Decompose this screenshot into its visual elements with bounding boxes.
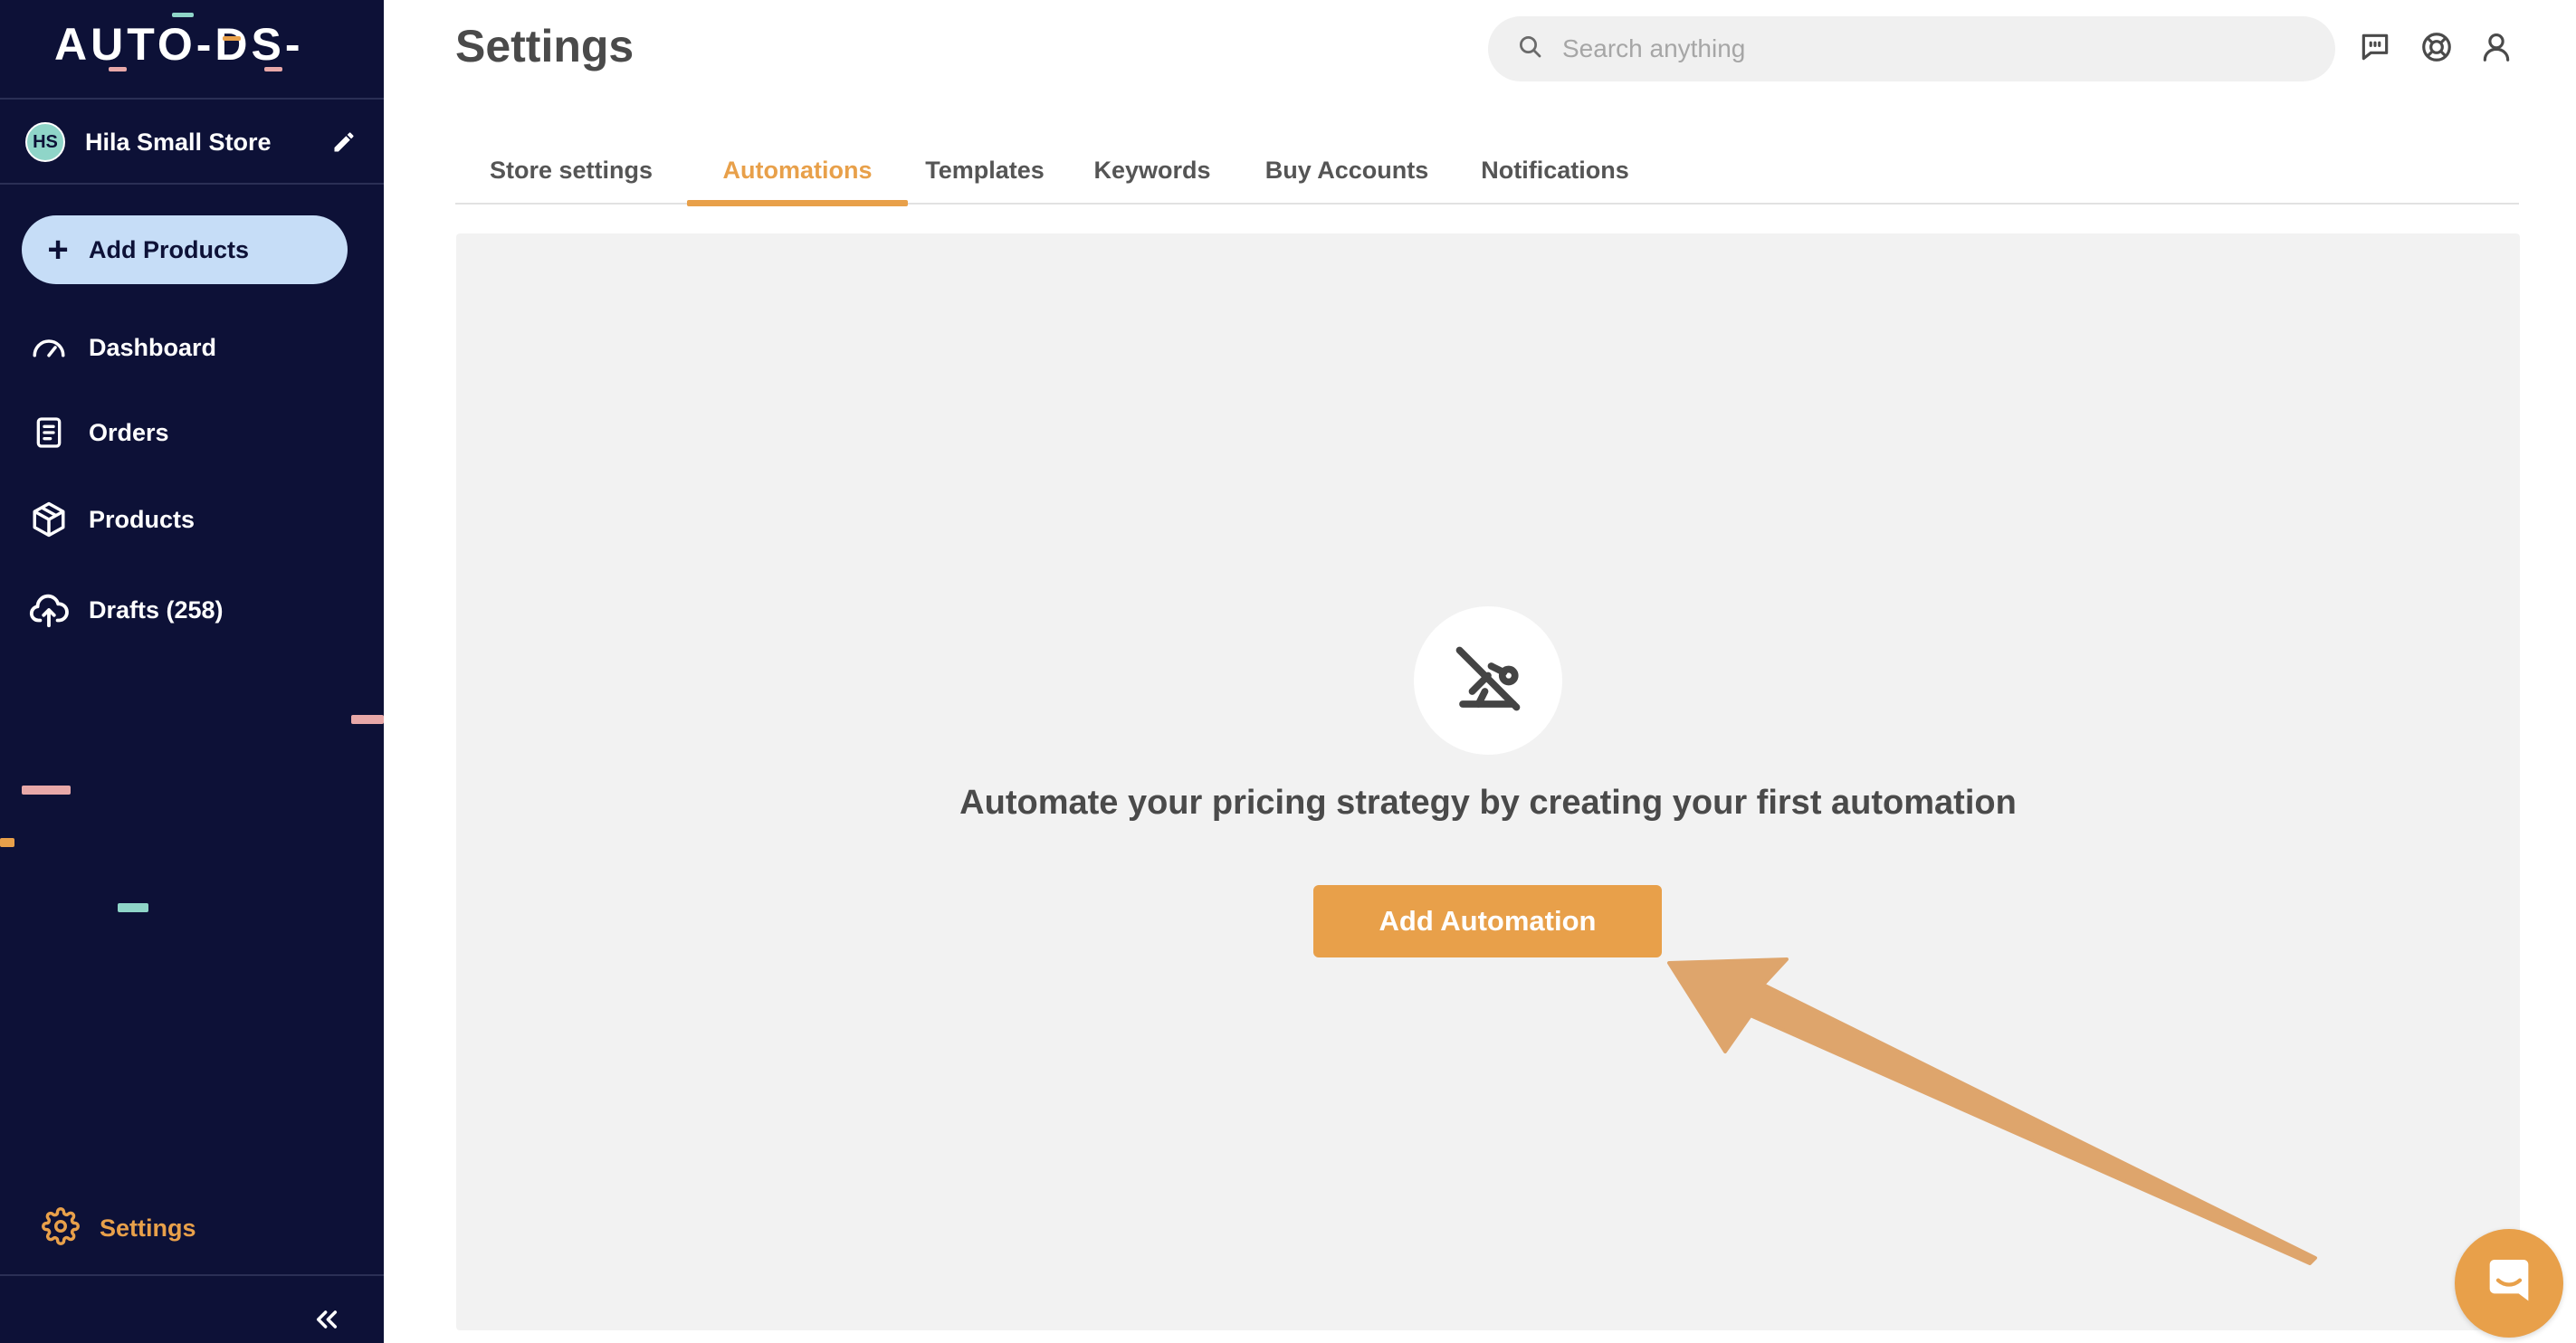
sidebar-item-label: Orders xyxy=(89,418,169,446)
search-bar[interactable] xyxy=(1488,16,2335,81)
sidebar-item-products[interactable]: Products xyxy=(27,494,362,545)
decorative-dash xyxy=(351,715,384,724)
sidebar-item-label: Dashboard xyxy=(89,333,217,361)
live-chat-button[interactable] xyxy=(2455,1229,2563,1338)
add-automation-button[interactable]: Add Automation xyxy=(1313,885,1662,957)
empty-state-icon-circle xyxy=(1414,606,1562,755)
pointer-arrow-annotation xyxy=(1667,957,2317,1265)
box-icon xyxy=(27,498,71,541)
feedback-button[interactable] xyxy=(2353,27,2397,71)
store-avatar: HS xyxy=(25,122,65,162)
logo-accent-bar xyxy=(223,36,241,41)
sidebar-item-label: Products xyxy=(89,505,196,533)
divider xyxy=(0,98,384,100)
sidebar-item-drafts[interactable]: Drafts (258) xyxy=(27,585,362,635)
tab-buy-accounts[interactable]: Buy Accounts xyxy=(1252,136,1442,205)
sidebar-item-dashboard[interactable]: Dashboard xyxy=(27,322,362,373)
sidebar-item-orders[interactable]: Orders xyxy=(27,407,362,458)
settings-tabs: Store settings Automations Templates Key… xyxy=(455,136,2519,206)
divider xyxy=(0,1274,384,1276)
logo-accent-bar xyxy=(264,67,282,71)
decorative-dash xyxy=(22,786,71,795)
add-products-button[interactable]: + Add Products xyxy=(22,215,348,284)
store-name: Hila Small Store xyxy=(85,128,272,156)
double-chevron-left-icon xyxy=(312,1305,341,1338)
empty-state-message: Automate your pricing strategy by creati… xyxy=(959,784,2017,822)
automation-off-icon xyxy=(1450,641,1526,721)
profile-button[interactable] xyxy=(2475,27,2518,71)
plus-icon: + xyxy=(47,230,69,270)
logo-accent-bar xyxy=(109,67,127,71)
tab-templates[interactable]: Templates xyxy=(913,136,1056,205)
add-products-label: Add Products xyxy=(89,235,250,263)
tab-automations[interactable]: Automations xyxy=(687,136,908,206)
decorative-dash xyxy=(118,903,148,912)
search-icon xyxy=(1517,33,1544,65)
divider xyxy=(0,183,384,185)
sidebar-item-label: Drafts (258) xyxy=(89,595,224,624)
collapse-sidebar-button[interactable] xyxy=(306,1303,348,1339)
chat-bubble-icon xyxy=(2480,1253,2538,1315)
gauge-icon xyxy=(27,326,71,369)
pencil-icon[interactable] xyxy=(328,126,360,158)
autods-logo[interactable]: AUTO-DS- xyxy=(54,13,304,76)
store-selector[interactable]: HS Hila Small Store xyxy=(25,121,360,163)
sidebar-item-label: Settings xyxy=(100,1214,196,1242)
gear-icon xyxy=(42,1207,80,1250)
sidebar-item-settings[interactable]: Settings xyxy=(42,1207,196,1250)
sidebar: AUTO-DS- HS Hila Small Store + Add Produ… xyxy=(0,0,384,1343)
user-icon xyxy=(2479,30,2514,69)
logo-text: AUTO-DS- xyxy=(54,19,304,70)
lifebuoy-icon xyxy=(2419,30,2454,69)
search-input[interactable] xyxy=(1562,34,2304,63)
help-button[interactable] xyxy=(2415,27,2458,71)
tab-notifications[interactable]: Notifications xyxy=(1460,136,1650,205)
tab-store-settings[interactable]: Store settings xyxy=(455,136,687,205)
decorative-dash xyxy=(0,838,14,847)
chat-message-icon xyxy=(2358,30,2392,69)
clipboard-icon xyxy=(27,411,71,454)
logo-accent-bar xyxy=(172,13,194,17)
page-title: Settings xyxy=(455,21,634,71)
cloud-upload-icon xyxy=(27,588,71,632)
tab-keywords[interactable]: Keywords xyxy=(1074,136,1230,205)
